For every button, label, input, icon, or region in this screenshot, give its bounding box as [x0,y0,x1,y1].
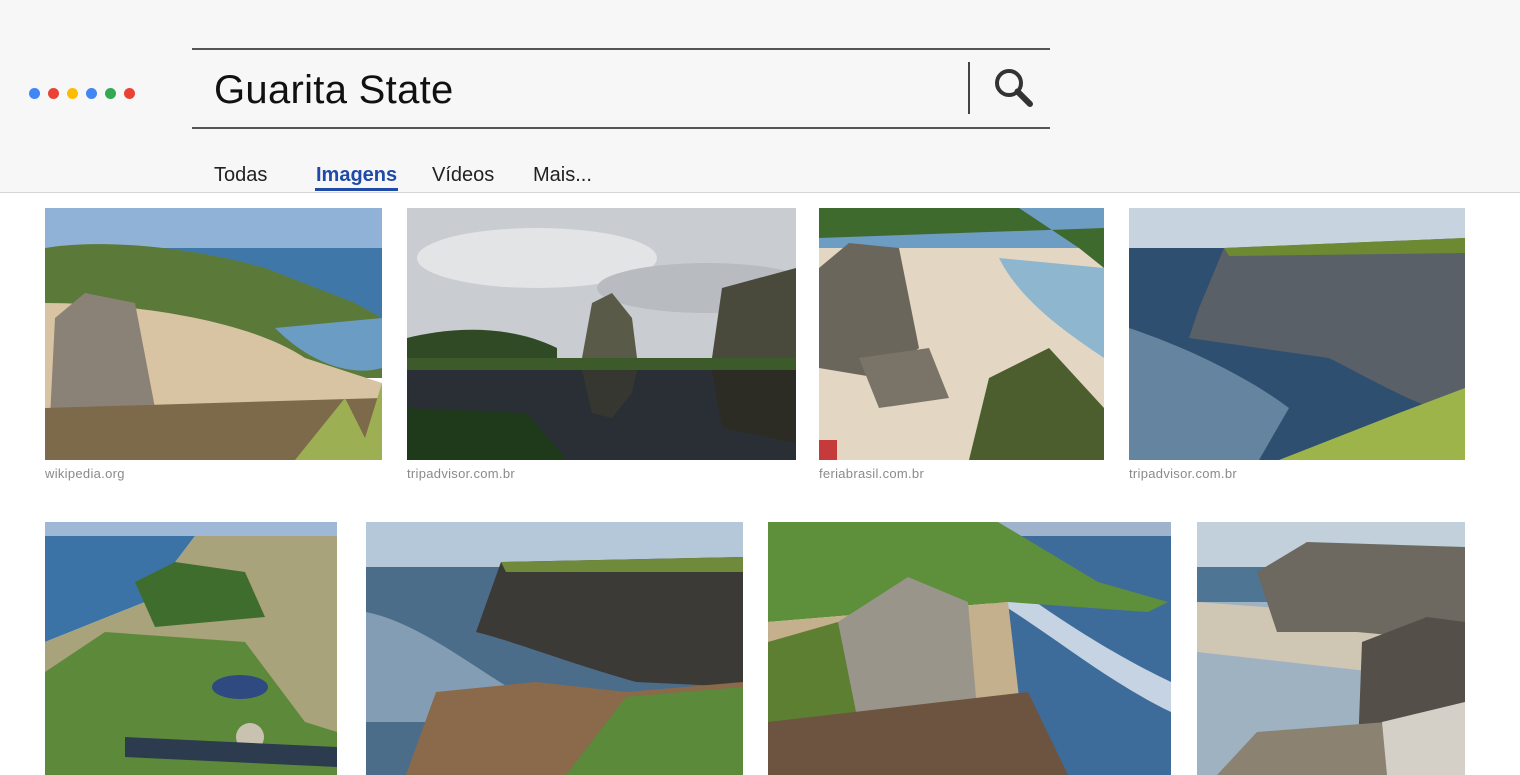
result-thumbnail [366,522,743,775]
tab-label: Mais... [533,164,592,186]
result-thumbnail [768,522,1171,775]
active-tab-indicator [315,188,399,191]
search-bar: Guarita State [192,48,1050,129]
result-thumbnail [45,522,337,775]
result-source: tripadvisor.com.br [407,466,515,481]
search-divider [968,62,970,114]
tab-videos[interactable]: Vídeos [432,164,494,187]
result-thumbnail [819,208,1104,460]
tab-label: Vídeos [432,164,495,186]
tab-todas[interactable]: Todas [214,164,267,187]
result-source: feriabrasil.com.br [819,466,925,481]
search-icon [995,69,1033,107]
logo-dot [86,88,97,99]
logo-dot [105,88,116,99]
tab-label: Todas [214,164,268,186]
header: Guarita State Todas Imagens Vídeos Mais.… [0,0,1520,193]
tab-label: Imagens [316,164,398,186]
result-source: tripadvisor.com.br [1129,466,1237,481]
logo-dot [124,88,135,99]
tab-mais[interactable]: Mais... [533,164,592,187]
logo[interactable] [29,88,135,99]
search-tabs: Todas Imagens Vídeos Mais... [0,160,1520,192]
image-result[interactable]: tripadvisor.com.br [1129,208,1465,483]
result-thumbnail [1197,522,1465,775]
search-button[interactable] [982,58,1042,118]
image-result[interactable] [45,522,337,775]
tab-imagens[interactable]: Imagens [315,164,399,191]
image-result[interactable] [366,522,743,775]
image-result[interactable] [768,522,1171,775]
image-result[interactable]: feriabrasil.com.br [819,208,1104,483]
logo-dot [29,88,40,99]
result-source: wikipedia.org [45,466,125,481]
result-thumbnail [45,208,382,460]
image-result[interactable]: wikipedia.org [45,208,382,483]
image-result[interactable]: tripadvisor.com.br [407,208,796,483]
result-thumbnail [407,208,796,460]
logo-dot [67,88,78,99]
image-result[interactable] [1197,522,1465,775]
logo-dot [48,88,59,99]
result-thumbnail [1129,208,1465,460]
search-input[interactable]: Guarita State [214,68,454,113]
